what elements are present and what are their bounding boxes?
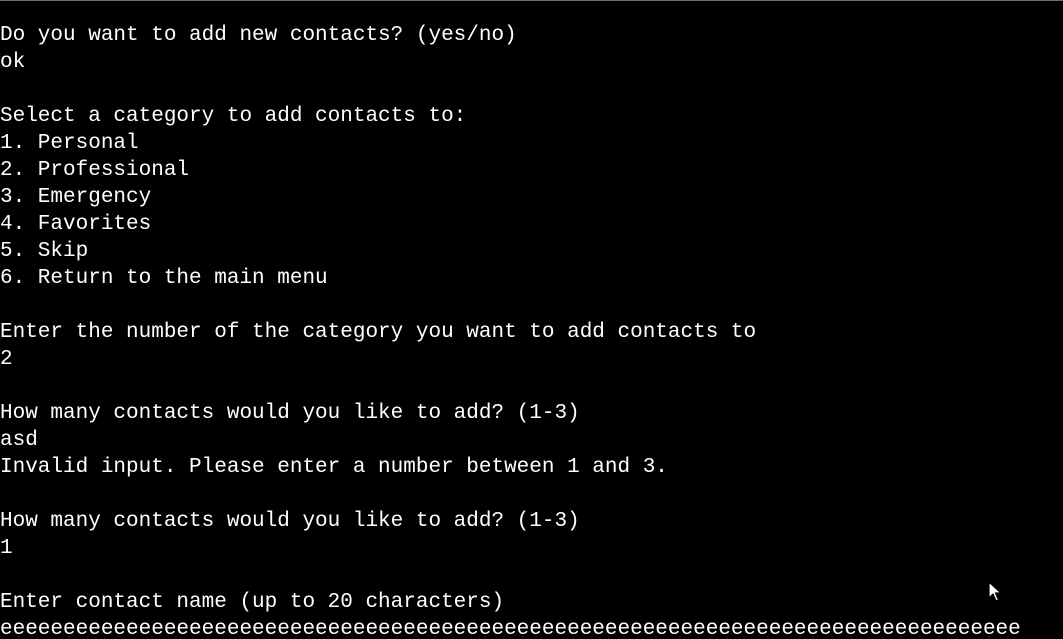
prompt-category-number: Enter the number of the category you wan…	[0, 321, 757, 344]
prompt-contact-count: How many contacts would you like to add?…	[0, 510, 580, 533]
user-input-invalid: asd	[0, 429, 38, 452]
menu-option-professional: 2. Professional	[0, 159, 190, 182]
menu-option-skip: 5. Skip	[0, 240, 89, 263]
menu-option-personal: 1. Personal	[0, 132, 139, 155]
prompt-contact-count: How many contacts would you like to add?…	[0, 402, 580, 425]
prompt-select-category: Select a category to add contacts to:	[0, 105, 467, 128]
prompt-add-contacts: Do you want to add new contacts? (yes/no…	[0, 24, 517, 47]
menu-option-favorites: 4. Favorites	[0, 213, 152, 236]
user-input-category: 2	[0, 348, 13, 371]
user-input-name[interactable]: eeeeeeeeeeeeeeeeeeeeeeeeeeeeeeeeeeeeeeee…	[0, 616, 1021, 639]
prompt-contact-name: Enter contact name (up to 20 characters)	[0, 591, 505, 614]
error-message: Invalid input. Please enter a number bet…	[0, 456, 668, 479]
mouse-pointer-icon	[988, 581, 1002, 602]
user-input-ok: ok	[0, 51, 26, 74]
user-input-count: 1	[0, 537, 13, 560]
menu-option-main-menu: 6. Return to the main menu	[0, 267, 328, 290]
menu-option-emergency: 3. Emergency	[0, 186, 152, 209]
terminal-window[interactable]: Do you want to add new contacts? (yes/no…	[0, 0, 1063, 639]
terminal-output: Do you want to add new contacts? (yes/no…	[0, 22, 1021, 639]
